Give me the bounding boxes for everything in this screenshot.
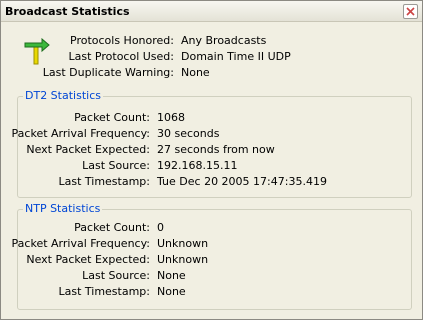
ntp-label: Next Packet Expected: [26,253,150,266]
dt2-label: Next Packet Expected: [26,143,150,156]
ntp-row: Packet Arrival Frequency: Unknown [1,237,422,251]
ntp-label: Last Timestamp: [58,285,150,298]
dt2-value: 192.168.15.11 [157,159,238,172]
ntp-group-title: NTP Statistics [23,202,103,215]
window-title: Broadcast Statistics [5,5,130,18]
ntp-label: Packet Count: [74,221,150,234]
ntp-value: Unknown [157,253,209,266]
ntp-row: Last Source: None [1,269,422,283]
summary-row: Protocols Honored: Any Broadcasts [1,34,422,48]
ntp-row: Packet Count: 0 [1,221,422,235]
broadcast-statistics-window: Broadcast Statistics Protocols Honored: … [0,0,423,320]
dt2-group-title: DT2 Statistics [23,89,103,102]
dt2-value: Tue Dec 20 2005 17:47:35.419 [157,175,327,188]
ntp-value: 0 [157,221,164,234]
dt2-value: 27 seconds from now [157,143,275,156]
ntp-value: None [157,269,186,282]
summary-value: Any Broadcasts [181,34,267,47]
ntp-value: Unknown [157,237,209,250]
summary-value: None [181,66,210,79]
dt2-label: Last Timestamp: [58,175,150,188]
dt2-label: Last Source: [82,159,150,172]
dt2-value: 30 seconds [157,127,220,140]
ntp-row: Last Timestamp: None [1,285,422,299]
dt2-row: Last Source: 192.168.15.11 [1,159,422,173]
close-button[interactable] [403,4,418,19]
dt2-value: 1068 [157,111,185,124]
summary-label: Last Protocol Used: [68,50,174,63]
close-icon [406,7,415,16]
ntp-label: Last Source: [82,269,150,282]
dt2-row: Packet Count: 1068 [1,111,422,125]
dt2-row: Last Timestamp: Tue Dec 20 2005 17:47:35… [1,175,422,189]
ntp-label: Packet Arrival Frequency: [11,237,150,250]
summary-row: Last Protocol Used: Domain Time II UDP [1,50,422,64]
dt2-row: Packet Arrival Frequency: 30 seconds [1,127,422,141]
ntp-row: Next Packet Expected: Unknown [1,253,422,267]
summary-label: Last Duplicate Warning: [42,66,174,79]
summary-row: Last Duplicate Warning: None [1,66,422,80]
dt2-label: Packet Arrival Frequency: [11,127,150,140]
summary-label: Protocols Honored: [70,34,174,47]
dt2-row: Next Packet Expected: 27 seconds from no… [1,143,422,157]
dt2-label: Packet Count: [74,111,150,124]
title-bar[interactable]: Broadcast Statistics [1,1,422,22]
summary-value: Domain Time II UDP [181,50,291,63]
ntp-value: None [157,285,186,298]
